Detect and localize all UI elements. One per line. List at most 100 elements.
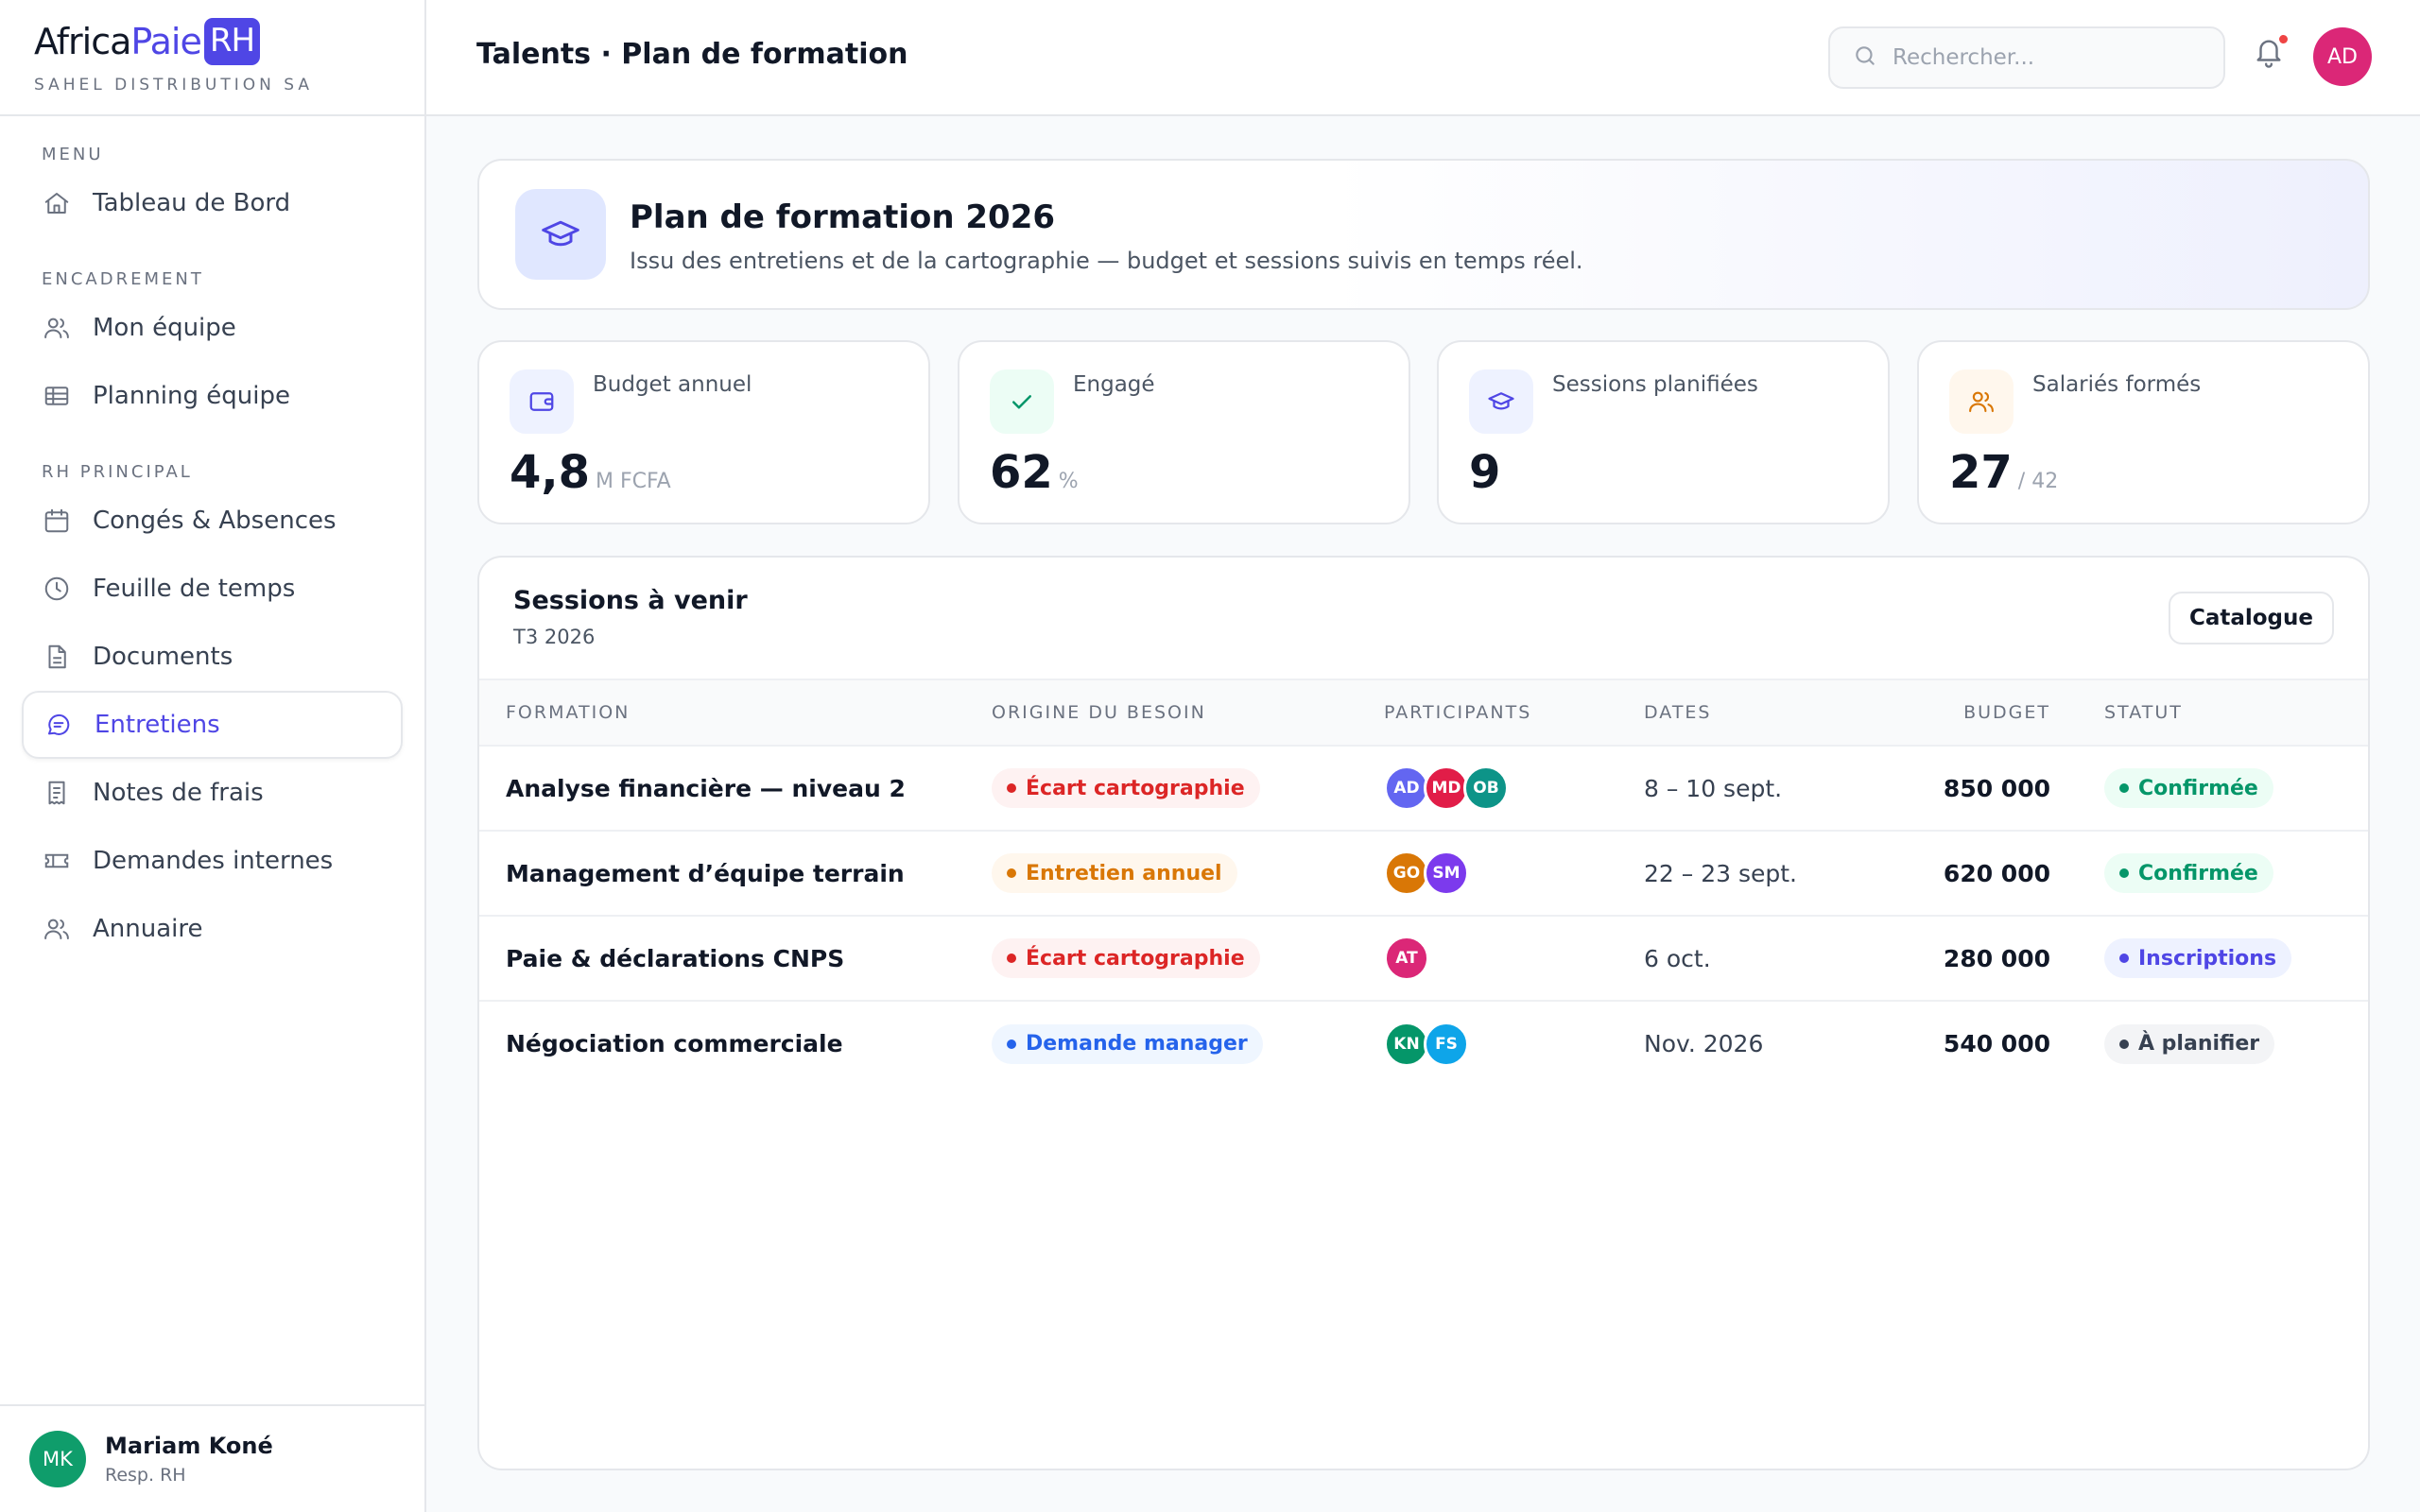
sidebar-item-notes-de-frais[interactable]: Notes de frais	[22, 759, 403, 827]
status-dot	[2119, 1039, 2129, 1049]
participant-avatar[interactable]: AD	[1384, 765, 1429, 811]
kpi-unit: %	[1058, 470, 1079, 493]
participants-group: AT	[1384, 936, 1644, 981]
section-title: Sessions à venir	[513, 586, 748, 615]
status-dot	[2119, 868, 2129, 878]
kpi-value: 4,8 M FCFA	[510, 446, 671, 499]
sidebar-item-label: Documents	[93, 643, 233, 671]
status-dot	[1007, 954, 1016, 963]
kpi-value: 62%	[990, 446, 1079, 499]
table-row[interactable]: Négociation commerciale Demande manager KN…	[479, 1001, 2368, 1086]
sidebar-item-demandes-internes[interactable]: Demandes internes	[22, 827, 403, 895]
sidebar-item-label: Notes de frais	[93, 779, 264, 807]
kpi-unit: / 42	[2017, 470, 2059, 493]
sidebar-item-documents[interactable]: Documents	[22, 623, 403, 691]
sidebar-item-label: Entretiens	[95, 711, 220, 739]
status-dot	[1007, 1039, 1016, 1049]
hero-banner: Plan de formation 2026 Issu des entretie…	[477, 159, 2370, 310]
nav-section-menu: MENU	[42, 145, 104, 164]
graduation-cap-icon	[515, 189, 606, 280]
session-dates: 6 oct.	[1644, 944, 1711, 972]
origin-badge: Écart cartographie	[992, 768, 1260, 808]
kpi-card-salaries: Salariés formés 27/ 42	[1917, 340, 2370, 524]
participant-avatar[interactable]: MD	[1424, 765, 1469, 811]
sidebar-nav: MENU Tableau de Bord ENCADREMENT Mon équ…	[0, 116, 424, 963]
column-header[interactable]: ORIGINE DU BESOIN	[992, 679, 1384, 746]
participant-avatar[interactable]: AT	[1384, 936, 1429, 981]
wallet-icon	[510, 369, 574, 434]
kpi-value: 27/ 42	[1949, 446, 2059, 499]
check-icon	[990, 369, 1054, 434]
status-badge: À planifier	[2104, 1023, 2275, 1064]
search-input[interactable]	[1893, 45, 2195, 70]
brand: Africa Paie RH SAHEL DISTRIBUTION SA	[0, 0, 424, 116]
column-header[interactable]: BUDGET	[1876, 679, 2050, 746]
document-icon	[41, 641, 73, 673]
kpi-value: 9	[1469, 446, 1501, 499]
participant-avatar[interactable]: KN	[1384, 1021, 1429, 1067]
sessions-table: FORMATION ORIGINE DU BESOIN PARTICIPANTS…	[479, 679, 2368, 1086]
status-dot	[2119, 783, 2129, 793]
sidebar-item-tableau-de-bord[interactable]: Tableau de Bord	[22, 169, 403, 237]
formation-name: Management d’équipe terrain	[506, 859, 905, 887]
breadcrumb: Talents · Plan de formation	[476, 38, 908, 71]
sidebar: Africa Paie RH SAHEL DISTRIBUTION SA MEN…	[0, 0, 426, 1512]
kpi-label: Budget annuel	[593, 372, 752, 397]
session-dates: 8 – 10 sept.	[1644, 774, 1783, 802]
avatar[interactable]: AD	[2313, 27, 2372, 86]
sidebar-item-planning-equipe[interactable]: Planning équipe	[22, 362, 403, 430]
calendar-icon	[41, 505, 73, 537]
sidebar-item-label: Demandes internes	[93, 847, 334, 875]
participant-avatar[interactable]: SM	[1424, 850, 1469, 896]
sidebar-item-label: Tableau de Bord	[93, 189, 291, 217]
search-box[interactable]	[1828, 26, 2225, 89]
participant-avatar[interactable]: GO	[1384, 850, 1429, 896]
sidebar-item-label: Feuille de temps	[93, 575, 296, 603]
table-row[interactable]: Management d’équipe terrain Entretien ann…	[479, 831, 2368, 916]
table-row[interactable]: Paie & déclarations CNPS Écart cartograph…	[479, 916, 2368, 1001]
app-logo[interactable]: Africa Paie RH	[34, 17, 424, 66]
sidebar-item-mon-equipe[interactable]: Mon équipe	[22, 294, 403, 362]
sidebar-item-conges-absences[interactable]: Congés & Absences	[22, 487, 403, 555]
sidebar-item-entretiens[interactable]: Entretiens	[22, 691, 403, 759]
kpi-card-engage: Engagé 62%	[958, 340, 1410, 524]
status-dot	[1007, 783, 1016, 793]
table-row[interactable]: Analyse financière — niveau 2 Écart carto…	[479, 746, 2368, 831]
topbar: Talents · Plan de formation AD	[426, 0, 2420, 116]
participants-group: AD MD OB	[1384, 765, 1644, 811]
column-header[interactable]: STATUT	[2050, 679, 2368, 746]
participant-avatar[interactable]: FS	[1424, 1021, 1469, 1067]
nav-section-encadrement: ENCADREMENT	[42, 269, 204, 289]
sessions-card: Sessions à venir T3 2026 Catalogue FORMA…	[477, 556, 2370, 1470]
participant-avatar[interactable]: OB	[1463, 765, 1509, 811]
session-budget: 280 000	[1943, 944, 2050, 972]
notification-button[interactable]	[2253, 34, 2290, 72]
origin-badge: Entretien annuel	[992, 853, 1237, 893]
kpi-label: Engagé	[1073, 372, 1155, 397]
sidebar-item-feuille-de-temps[interactable]: Feuille de temps	[22, 555, 403, 623]
origin-badge: Écart cartographie	[992, 938, 1260, 978]
column-header[interactable]: FORMATION	[479, 679, 992, 746]
kpi-unit: M FCFA	[596, 470, 671, 493]
table-header: FORMATION ORIGINE DU BESOIN PARTICIPANTS…	[479, 679, 2368, 746]
column-header[interactable]: DATES	[1644, 679, 1876, 746]
session-dates: Nov. 2026	[1644, 1030, 1764, 1057]
kpi-label: Sessions planifiées	[1552, 372, 1758, 397]
session-budget: 620 000	[1943, 859, 2050, 887]
status-badge: Confirmée	[2104, 768, 2273, 808]
sidebar-item-label: Planning équipe	[93, 382, 290, 410]
page-subtitle: Issu des entretiens et de la cartographi…	[630, 248, 1583, 274]
search-icon	[1853, 43, 1877, 72]
kpi-label: Salariés formés	[2032, 372, 2202, 397]
column-header[interactable]: PARTICIPANTS	[1384, 679, 1644, 746]
sidebar-item-label: Congés & Absences	[93, 507, 337, 535]
status-dot	[2119, 954, 2129, 963]
kpi-card-budget: Budget annuel 4,8 M FCFA	[477, 340, 930, 524]
graduation-cap-icon	[1469, 369, 1533, 434]
clock-icon	[41, 573, 73, 605]
status-badge: Inscriptions	[2104, 938, 2292, 978]
user-profile[interactable]: MK Mariam Koné Resp. RH	[0, 1404, 424, 1512]
catalogue-button[interactable]: Catalogue	[2168, 592, 2334, 644]
sidebar-item-annuaire[interactable]: Annuaire	[22, 895, 403, 963]
avatar: MK	[29, 1431, 86, 1487]
